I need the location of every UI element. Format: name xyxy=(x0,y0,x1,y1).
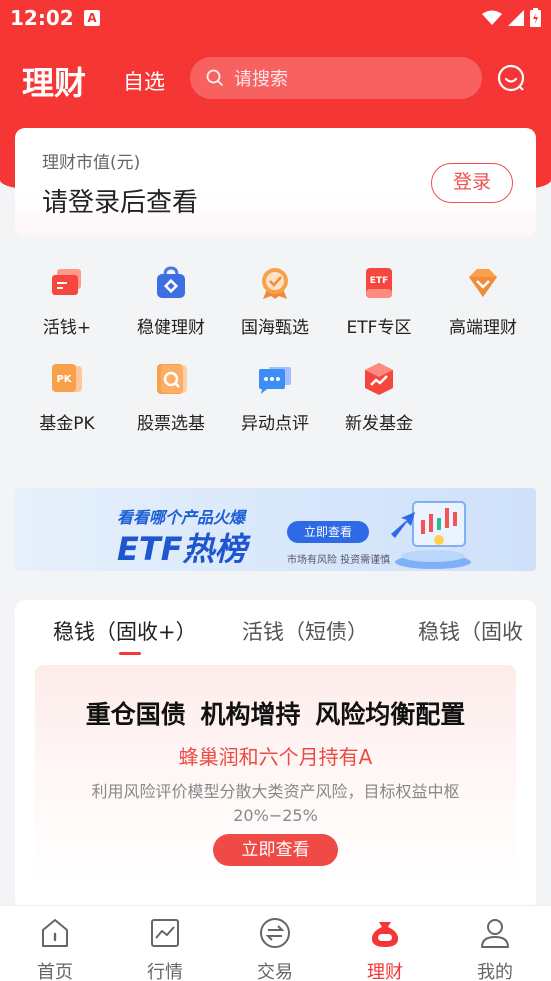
page-title: 理财 xyxy=(22,64,87,102)
user-icon xyxy=(481,919,509,948)
status-time: 12:02 xyxy=(10,6,74,30)
login-button[interactable]: 登录 xyxy=(431,163,513,203)
feature-label: ETF专区 xyxy=(346,318,412,338)
diamond-icon xyxy=(469,269,497,297)
feature-item-gaoduan[interactable]: 高端理财 xyxy=(431,265,535,345)
nav-wealth[interactable]: 理财 xyxy=(345,916,425,981)
nav-label: 我的 xyxy=(477,962,513,981)
watchlist-link[interactable]: 自选 xyxy=(123,66,165,96)
feature-label: 国海甄选 xyxy=(241,318,309,338)
feature-item-yidong[interactable]: 异动点评 xyxy=(223,361,327,441)
feature-label: 高端理财 xyxy=(449,318,517,338)
home-icon xyxy=(42,919,68,947)
notification-badge: A xyxy=(84,10,100,26)
tab-huoqian-duanzhai[interactable]: 活钱（短债） xyxy=(242,616,368,646)
rising-chart-illustration-icon xyxy=(391,501,471,569)
app-header: 理财 自选 请搜索 xyxy=(0,56,551,102)
feature-label: 稳健理财 xyxy=(137,318,205,338)
money-bag-icon xyxy=(371,922,399,947)
promo-product-name: 蜂巢润和六个月持有A xyxy=(178,745,373,769)
banner-view-button[interactable]: 立即查看 xyxy=(287,521,369,543)
feature-item-zhenxuan[interactable]: 国海甄选 xyxy=(223,265,327,345)
search-icon xyxy=(206,69,224,87)
search-placeholder: 请搜索 xyxy=(234,69,288,90)
chat-bubbles-icon xyxy=(259,367,291,394)
lock-bag-icon xyxy=(157,266,185,298)
nav-market[interactable]: 行情 xyxy=(125,916,205,981)
nav-label: 交易 xyxy=(257,962,293,981)
risk-disclaimer: 市场有风险 投资需谨慎 xyxy=(287,555,391,566)
feature-label: 新发基金 xyxy=(345,414,413,434)
svg-text:ETF: ETF xyxy=(370,276,388,286)
asset-label: 理财市值(元) xyxy=(42,153,141,173)
tab-wenqian-gushou[interactable]: 稳钱（固收+） xyxy=(53,616,197,646)
active-tab-indicator xyxy=(119,652,141,655)
promo-view-button[interactable]: 立即查看 xyxy=(213,834,338,866)
nav-profile[interactable]: 我的 xyxy=(455,916,535,981)
asset-card: 理财市值(元) 请登录后查看 登录 xyxy=(15,128,536,237)
nav-home[interactable]: 首页 xyxy=(15,916,95,981)
battery-icon xyxy=(530,8,541,27)
search-input[interactable]: 请搜索 xyxy=(190,57,482,99)
pk-icon: PK xyxy=(52,364,82,392)
feature-label: 异动点评 xyxy=(241,414,309,434)
promo-headline: 重仓国债 机构增持 风险均衡配置 xyxy=(85,700,466,729)
svg-text:PK: PK xyxy=(56,374,72,385)
signal-icon xyxy=(508,9,524,26)
customer-service-icon[interactable] xyxy=(497,64,525,92)
feature-label: 股票选基 xyxy=(137,414,205,434)
feature-item-fund-pk[interactable]: PK 基金PK xyxy=(15,361,119,441)
wifi-icon xyxy=(482,10,502,25)
search-doc-icon xyxy=(157,364,187,394)
nav-label: 行情 xyxy=(147,962,183,981)
feature-item-wenjian[interactable]: 稳健理财 xyxy=(119,265,223,345)
product-panel: 稳钱（固收+） 活钱（短债） 稳钱（固收 重仓国债 机构增持 风险均衡配置 蜂巢… xyxy=(15,600,536,910)
asset-value: 请登录后查看 xyxy=(42,188,199,218)
feature-item-stock-fund[interactable]: 股票选基 xyxy=(119,361,223,441)
nav-label: 理财 xyxy=(367,962,403,981)
promo-card[interactable]: 重仓国债 机构增持 风险均衡配置 蜂巢润和六个月持有A 利用风险评价模型分散大类… xyxy=(35,665,516,885)
etf-icon: ETF xyxy=(366,268,392,298)
etf-banner[interactable]: 看看哪个产品火爆 ETF热榜 立即查看 市场有风险 投资需谨慎 xyxy=(15,488,536,571)
feature-label: 基金PK xyxy=(39,414,95,434)
system-icons xyxy=(482,8,541,27)
product-tabs: 稳钱（固收+） 活钱（短债） 稳钱（固收 xyxy=(15,600,536,662)
bottom-nav: 首页 行情 交易 理财 我的 xyxy=(0,905,551,981)
promo-description: 利用风险评价模型分散大类资产风险，目标权益中枢20%−25% xyxy=(91,782,460,825)
medal-icon xyxy=(262,268,288,299)
tab-wenqian-gushou-2[interactable]: 稳钱（固收 xyxy=(418,616,523,646)
status-bar: 12:02 A xyxy=(0,0,551,38)
banner-title: ETF热榜 xyxy=(117,530,247,568)
feature-item-new-fund[interactable]: 新发基金 xyxy=(327,361,431,441)
cards-icon xyxy=(52,269,81,295)
exchange-icon xyxy=(260,918,290,948)
chart-icon xyxy=(151,919,179,947)
feature-label: 活钱+ xyxy=(42,318,92,338)
feature-item-huoqian[interactable]: 活钱+ xyxy=(15,265,119,345)
nav-trade[interactable]: 交易 xyxy=(235,916,315,981)
nav-label: 首页 xyxy=(37,962,73,981)
new-fund-icon xyxy=(365,363,393,395)
feature-item-etf[interactable]: ETF ETF专区 xyxy=(327,265,431,345)
